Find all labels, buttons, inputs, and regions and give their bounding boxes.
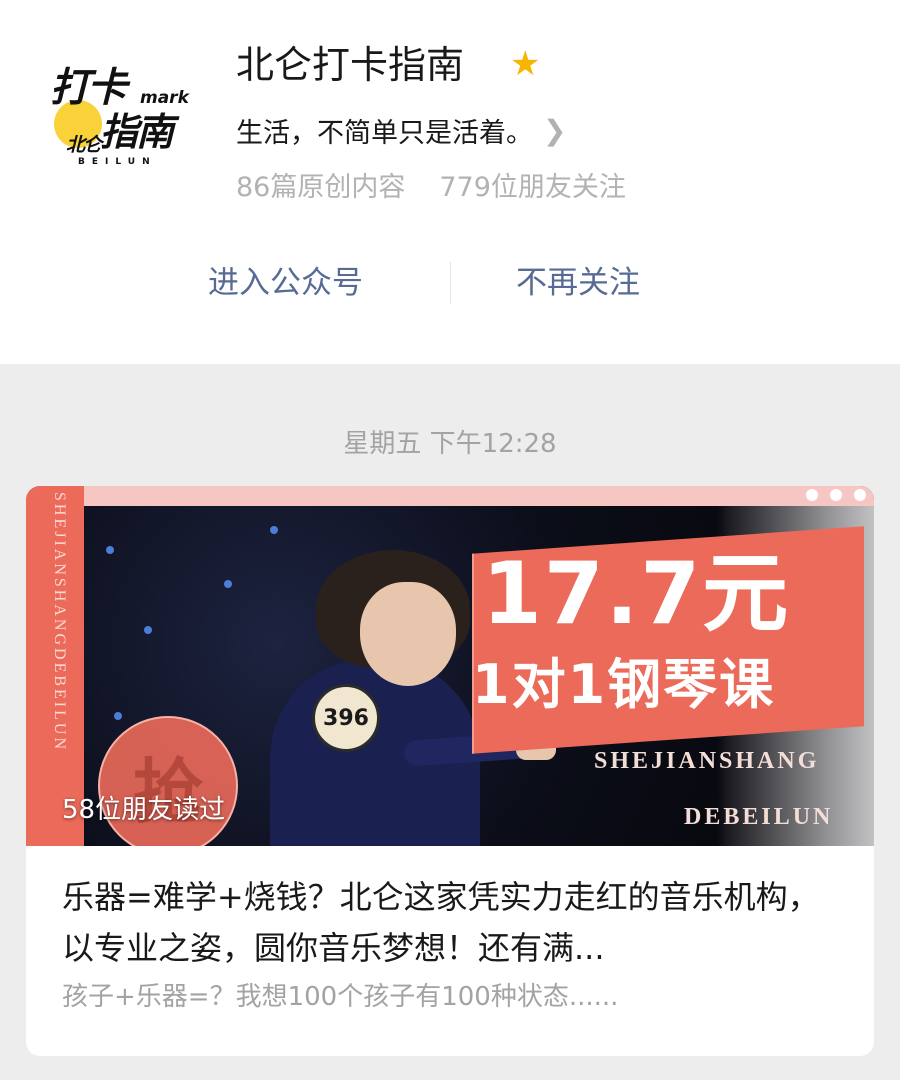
cover-sparkle	[106, 546, 114, 554]
chevron-right-icon: ❯	[543, 113, 567, 147]
logo-mark: mark	[140, 88, 189, 108]
account-header: 打卡 mark 北仑 指南 BEILUN 北仑打卡指南 ★ 生活，不简单只是活着…	[0, 0, 900, 364]
account-description: 生活，不简单只是活着。	[236, 117, 533, 149]
logo-line2: 指南	[100, 110, 174, 154]
account-logo[interactable]: 打卡 mark 北仑 指南 BEILUN	[48, 64, 196, 174]
account-name: 北仑打卡指南	[236, 43, 465, 87]
cover-price: 17.7元	[482, 544, 791, 644]
logo-line1: 打卡	[50, 65, 127, 111]
cover-course: 1对1钢琴课	[472, 653, 776, 716]
cover-top-band	[26, 486, 874, 506]
follower-count: 779位朋友关注	[439, 172, 626, 203]
account-description-row[interactable]: 生活，不简单只是活着。 ❯	[236, 108, 566, 152]
star-icon[interactable]: ★	[510, 44, 540, 84]
cover-sparkle	[114, 712, 122, 720]
account-stats: 86篇原创内容 779位朋友关注	[236, 168, 626, 208]
account-actions: 进入公众号 不再关注	[0, 258, 900, 308]
enter-account-button[interactable]: 进入公众号	[208, 258, 363, 308]
logo-subtext: BEILUN	[78, 157, 157, 167]
article-card[interactable]: 396 SHEJIANSHANGDEBEILUN 17.7元 1对1钢琴课 SH…	[26, 486, 874, 1056]
more-dots-icon	[806, 489, 866, 501]
cover-en-line1: SHEJIANSHANG	[594, 748, 820, 774]
friends-read-count: 58位朋友读过	[62, 795, 226, 825]
original-count: 86篇原创内容	[236, 172, 406, 203]
message-timestamp: 星期五 下午12:28	[343, 429, 557, 459]
article-summary: 孩子+乐器=？我想100个孩子有100种状态......	[62, 982, 619, 1012]
cover-sparkle	[144, 626, 152, 634]
unfollow-button[interactable]: 不再关注	[516, 258, 640, 308]
cover-sparkle	[224, 580, 232, 588]
cover-sparkle	[270, 526, 278, 534]
article-cover[interactable]: 396 SHEJIANSHANGDEBEILUN 17.7元 1对1钢琴课 SH…	[26, 486, 874, 846]
logo-prefix: 北仑	[66, 134, 102, 156]
cover-vertical-text: SHEJIANSHANGDEBEILUN	[51, 492, 68, 752]
article-title[interactable]: 乐器=难学+烧钱？北仑这家凭实力走红的音乐机构，以专业之姿，圆你音乐梦想！还有满…	[62, 872, 840, 974]
cover-en-line2: DEBEILUN	[684, 804, 834, 830]
pianist-face	[360, 582, 456, 686]
actions-divider	[450, 262, 451, 304]
contestant-badge: 396	[312, 684, 380, 752]
